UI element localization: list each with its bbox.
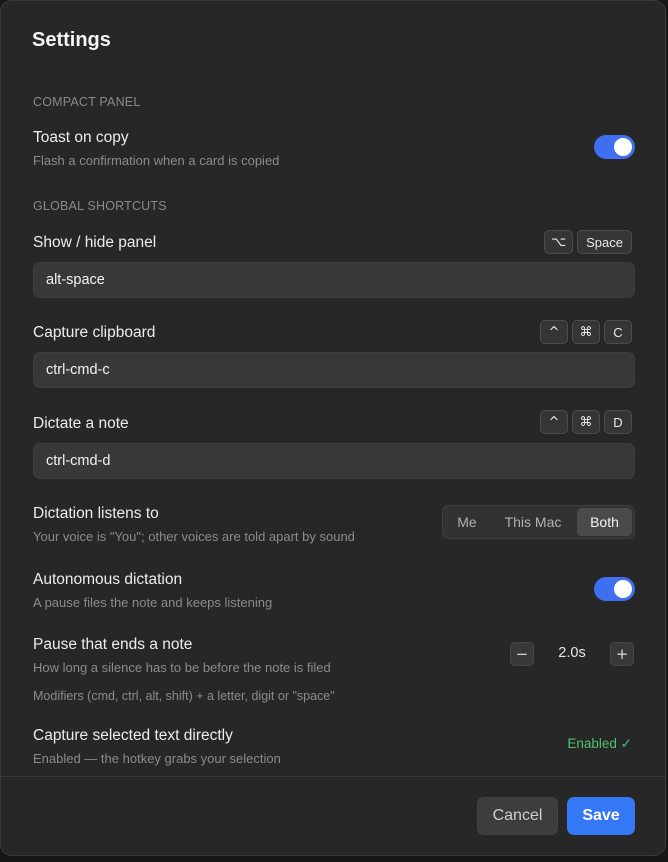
space-key: Space: [577, 230, 632, 254]
dictate-note-input[interactable]: [33, 443, 635, 479]
toggle-knob: [614, 580, 632, 598]
capture-selected-status: Enabled ✓: [567, 736, 632, 751]
toast-on-copy-description: Flash a confirmation when a card is copi…: [33, 153, 280, 168]
capture-clipboard-keys: ^ ⌘ C: [540, 320, 632, 344]
toast-on-copy-title: Toast on copy: [33, 129, 129, 146]
dictation-listens-description: Your voice is "You"; other voices are to…: [33, 529, 355, 544]
toggle-knob: [614, 138, 632, 156]
segment-this-mac[interactable]: This Mac: [489, 508, 577, 536]
capture-selected-description: Enabled — the hotkey grabs your selectio…: [33, 751, 281, 766]
dictate-note-title: Dictate a note: [33, 415, 129, 432]
command-key-icon: ⌘: [572, 320, 600, 344]
dictate-note-keys: ^ ⌘ D: [540, 410, 632, 434]
pause-ends-note-description: How long a silence has to be before the …: [33, 660, 331, 675]
settings-dialog: Settings COMPACT PANEL Toast on copy Fla…: [0, 0, 666, 856]
show-hide-panel-title: Show / hide panel: [33, 234, 157, 251]
capture-selected-title: Capture selected text directly: [33, 727, 233, 744]
autonomous-dictation-toggle[interactable]: [594, 577, 635, 601]
show-hide-panel-keys: ⌥ Space: [544, 230, 632, 254]
pause-ends-note-title: Pause that ends a note: [33, 636, 193, 653]
control-key-icon: ^: [540, 410, 568, 434]
cancel-button[interactable]: Cancel: [477, 797, 558, 835]
dictation-listens-title: Dictation listens to: [33, 505, 159, 522]
section-global-shortcuts: GLOBAL SHORTCUTS: [33, 199, 167, 213]
modifiers-hint: Modifiers (cmd, ctrl, alt, shift) + a le…: [33, 689, 335, 703]
section-compact-panel: COMPACT PANEL: [33, 95, 141, 109]
footer-divider: [1, 776, 665, 777]
toast-on-copy-toggle[interactable]: [594, 135, 635, 159]
dialog-title: Settings: [32, 29, 111, 51]
segment-me[interactable]: Me: [445, 508, 489, 536]
command-key-icon: ⌘: [572, 410, 600, 434]
option-key-icon: ⌥: [544, 230, 574, 254]
autonomous-dictation-title: Autonomous dictation: [33, 571, 183, 588]
dictation-source-segmented-control: Me This Mac Both: [442, 505, 635, 539]
decrement-button[interactable]: −: [510, 642, 534, 666]
increment-button[interactable]: +: [610, 642, 634, 666]
show-hide-panel-input[interactable]: [33, 262, 635, 298]
autonomous-dictation-description: A pause files the note and keeps listeni…: [33, 595, 273, 610]
segment-both[interactable]: Both: [577, 508, 632, 536]
save-button[interactable]: Save: [567, 797, 635, 835]
letter-key: C: [604, 320, 632, 344]
capture-clipboard-input[interactable]: [33, 352, 635, 388]
pause-duration-value: 2.0s: [558, 645, 586, 661]
capture-clipboard-title: Capture clipboard: [33, 324, 156, 341]
letter-key: D: [604, 410, 632, 434]
control-key-icon: ^: [540, 320, 568, 344]
